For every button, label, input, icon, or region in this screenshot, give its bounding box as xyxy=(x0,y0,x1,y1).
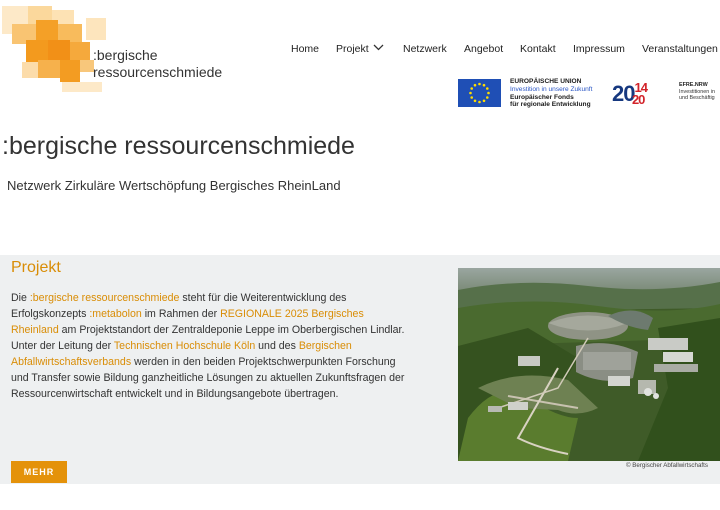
eu-star-icon xyxy=(482,83,486,87)
eu-stars-icon xyxy=(469,82,490,104)
eu-star-icon xyxy=(473,83,477,87)
eu-logo-line-4: für regionale Entwicklung xyxy=(510,101,591,109)
nav-item-netzwerk[interactable]: Netzwerk xyxy=(403,43,447,55)
logo-line-2: ressourcenschmiede xyxy=(93,64,223,80)
efre-logo-line-3: und Beschäftig xyxy=(679,95,715,101)
photo-credit: © Bergischer Abfallwirtschafts xyxy=(626,462,708,469)
eu-star-icon xyxy=(478,82,481,86)
nav-item-home[interactable]: Home xyxy=(291,43,319,55)
link-bergische-ressourcenschmiede[interactable]: :bergische ressourcenschmiede xyxy=(30,292,180,304)
eu-star-icon xyxy=(485,96,489,99)
project-section: Projekt Die :bergische ressourcenschmied… xyxy=(0,255,720,484)
efre-logo-text: EFRE.NRW Investitionen in und Beschäftig xyxy=(679,82,715,102)
eu-star-icon xyxy=(470,87,474,90)
aerial-photo xyxy=(458,268,720,461)
eu-star-icon xyxy=(485,87,489,90)
page-subtitle: Netzwerk Zirkuläre Wertschöpfung Bergisc… xyxy=(7,178,341,193)
nav-item-impressum[interactable]: Impressum xyxy=(573,43,625,55)
page-title: :bergische ressourcenschmiede xyxy=(2,132,355,160)
eu-logo-line-1: EUROPÄISCHE UNION xyxy=(510,78,582,85)
eu-star-icon xyxy=(473,99,477,103)
project-text-p2b: und des xyxy=(255,340,299,352)
nav-item-angebot[interactable]: Angebot xyxy=(464,43,503,55)
project-text-p2a: Unter der Leitung der xyxy=(11,340,114,352)
eu-star-icon xyxy=(487,91,490,95)
efre-year: 201420 xyxy=(612,80,648,107)
project-text-p1a: Die xyxy=(11,292,30,304)
eu-logo-line-3: Europäischer Fonds xyxy=(510,93,574,101)
eu-star-icon xyxy=(469,91,472,95)
eu-star-icon xyxy=(470,96,474,99)
main-nav: Home Projekt Netzwerk Angebot Kontakt Im… xyxy=(0,43,720,57)
project-text-p1d: am Projektstandort der Zentraldeponie Le… xyxy=(58,324,405,336)
nav-item-veranstaltungen[interactable]: Veranstaltungen xyxy=(642,43,718,55)
link-th-koeln[interactable]: Technischen Hochschule Köln xyxy=(114,340,255,352)
nav-item-kontakt[interactable]: Kontakt xyxy=(520,43,556,55)
nav-item-projekt-label: Projekt xyxy=(336,43,369,55)
landfill-aerial-image xyxy=(458,268,720,461)
link-metabolon[interactable]: :metabolon xyxy=(89,308,141,320)
chevron-down-icon xyxy=(373,44,384,51)
efre-year-red-2: 20 xyxy=(631,92,646,107)
project-description: Die :bergische ressourcenschmiede steht … xyxy=(11,290,406,402)
project-heading: Projekt xyxy=(11,259,61,276)
eu-flag-icon xyxy=(458,79,501,107)
eu-logo-text: EUROPÄISCHE UNION Investition in unsere … xyxy=(510,78,592,109)
eu-star-icon xyxy=(482,99,486,103)
nav-item-projekt[interactable]: Projekt xyxy=(336,43,384,55)
eu-logo-line-2: Investition in unsere Zukunft xyxy=(510,85,593,93)
more-button[interactable]: MEHR xyxy=(11,461,67,483)
eu-star-icon xyxy=(478,100,481,104)
eu-funding-logo: EUROPÄISCHE UNION Investition in unsere … xyxy=(458,78,600,110)
project-text-p1c: im Rahmen der xyxy=(141,308,221,320)
efre-nrw-logo: 201420 EFRE.NRW Investitionen in und Bes… xyxy=(612,78,720,110)
